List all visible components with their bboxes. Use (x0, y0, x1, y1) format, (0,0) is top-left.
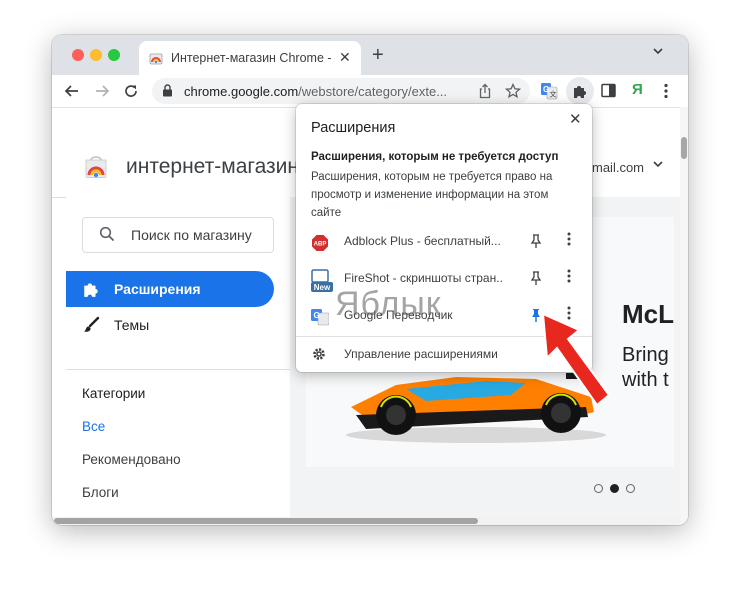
forward-arrow-icon[interactable] (94, 83, 110, 99)
fireshot-icon[interactable]: New (311, 269, 333, 293)
account-chevron-icon[interactable] (652, 159, 664, 169)
chrome-webstore-favicon-icon (149, 53, 163, 65)
nav-extensions-label: Расширения (114, 281, 201, 297)
url-text[interactable]: chrome.google.com/webstore/category/exte… (184, 84, 468, 99)
reload-icon[interactable] (123, 83, 139, 99)
extension-more-icon[interactable] (567, 269, 571, 283)
nav-themes[interactable]: Темы (66, 307, 274, 343)
adblock-icon[interactable]: ABP (311, 234, 329, 252)
category-blogs[interactable]: Блоги (82, 485, 119, 500)
url-path: /webstore/category/exte... (298, 84, 448, 99)
url-host: chrome.google.com (184, 84, 299, 99)
svg-text:文: 文 (550, 90, 557, 99)
tab-close-icon[interactable]: ✕ (339, 49, 351, 66)
watermark: Яблык (335, 285, 442, 323)
category-all[interactable]: Все (82, 419, 105, 434)
webstore-logo-icon[interactable] (84, 155, 108, 179)
svg-text:G: G (543, 85, 549, 94)
banner-title: McL (622, 299, 674, 329)
minimize-window-button[interactable] (90, 49, 102, 61)
extensions-button[interactable] (566, 77, 594, 105)
red-arrow-annotation (541, 312, 611, 407)
extension-name[interactable]: FireShot - скриншоты стран... (344, 271, 504, 285)
new-tab-button[interactable]: + (372, 44, 384, 67)
google-translate-toolbar-icon[interactable]: G 文 (540, 82, 558, 100)
paintbrush-icon (84, 316, 100, 332)
category-recommended[interactable]: Рекомендовано (82, 452, 181, 467)
tab-title: Интернет-магазин Chrome - Е (171, 51, 331, 65)
manage-extensions-label[interactable]: Управление расширениями (344, 347, 498, 361)
chrome-menu-icon[interactable] (664, 83, 668, 99)
extension-name[interactable]: Adblock Plus - бесплатный... (344, 234, 504, 248)
bookmark-star-icon[interactable] (505, 83, 521, 99)
store-sidebar: Поиск по магазину Расширения Темы Катего… (66, 197, 290, 517)
back-arrow-icon[interactable] (64, 83, 80, 99)
extension-more-icon[interactable] (567, 232, 571, 246)
svg-text:ABP: ABP (314, 242, 327, 248)
store-title[interactable]: интернет-магазин (126, 155, 299, 179)
close-window-button[interactable] (72, 49, 84, 61)
horizontal-scroll-thumb[interactable] (54, 518, 478, 524)
popup-subtitle: Расширения, которым не требуется доступ (311, 151, 559, 163)
puzzle-piece-icon (574, 86, 586, 98)
tab-search-chevron-icon[interactable] (652, 46, 664, 56)
carousel-dot-2[interactable] (610, 484, 619, 493)
active-tab[interactable]: Интернет-магазин Chrome - Е ✕ (139, 41, 361, 75)
popup-close-icon[interactable]: ✕ (569, 110, 582, 128)
categories-heading: Категории (82, 386, 146, 401)
tab-strip: Интернет-магазин Chrome - Е ✕ + (52, 35, 688, 75)
gear-icon (313, 348, 325, 360)
horizontal-scrollbar[interactable] (52, 517, 680, 525)
vertical-scrollbar[interactable] (680, 107, 688, 525)
address-bar[interactable]: chrome.google.com/webstore/category/exte… (152, 78, 530, 104)
puzzle-piece-icon (84, 283, 98, 297)
sidebar-divider (66, 369, 290, 370)
carousel-dot-1[interactable] (594, 484, 603, 493)
google-translate-icon[interactable]: G (311, 308, 329, 326)
share-icon[interactable] (478, 83, 492, 99)
lock-icon[interactable] (162, 84, 173, 97)
nav-themes-label: Темы (114, 317, 150, 333)
side-panel-icon[interactable] (601, 83, 616, 98)
svg-text:G: G (314, 311, 320, 320)
vertical-scroll-thumb[interactable] (681, 137, 687, 159)
popup-title: Расширения (311, 120, 396, 136)
popup-description: Расширения, которым не требуется право н… (311, 171, 553, 219)
extension-row-adblock[interactable]: ABP Adblock Plus - бесплатный... (296, 224, 592, 260)
carousel-dot-3[interactable] (626, 484, 635, 493)
banner-line-2: with t (622, 369, 669, 391)
search-icon (99, 226, 115, 242)
pin-icon[interactable] (529, 271, 543, 286)
banner-line-1: Bring (622, 344, 669, 366)
yandex-extension-icon[interactable]: Я (632, 81, 643, 98)
pin-icon[interactable] (529, 234, 543, 249)
search-placeholder: Поиск по магазину (131, 227, 252, 243)
nav-extensions[interactable]: Расширения (66, 271, 274, 307)
store-search-input[interactable]: Поиск по магазину (82, 217, 274, 253)
new-badge: New (314, 283, 331, 292)
account-email[interactable]: mail.com (592, 160, 644, 175)
zoom-window-button[interactable] (108, 49, 120, 61)
